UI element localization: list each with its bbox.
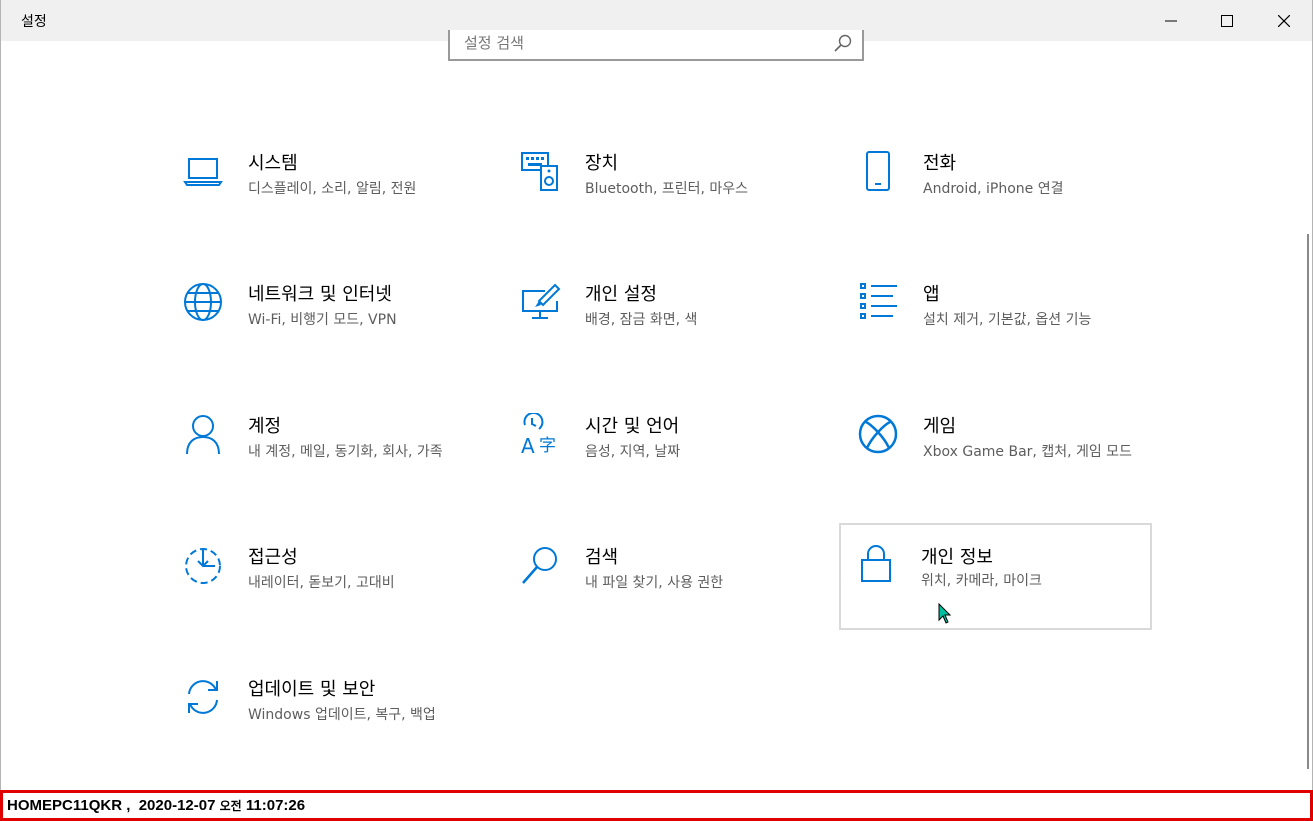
tile-label: 앱	[923, 284, 940, 305]
time: 11:07:26	[245, 797, 306, 814]
tile-label: 장치	[585, 153, 619, 174]
tile-label: 검색	[585, 547, 619, 568]
hostname: HOMEPC11QKR	[7, 797, 123, 814]
tile-description: 위치, 카메라, 마이크	[921, 573, 1042, 589]
lock-icon	[861, 545, 891, 582]
search-icon	[834, 34, 852, 52]
tile-label: 네트워크 및 인터넷	[248, 284, 392, 305]
tile-label: 접근성	[248, 547, 298, 568]
phone-icon	[866, 151, 890, 191]
tile-description: 내레이터, 돋보기, 고대비	[248, 575, 395, 591]
tile-description: 음성, 지역, 날짜	[585, 444, 681, 460]
tile-description: 내 파일 찾기, 사용 권한	[585, 575, 724, 591]
tile-system[interactable]: 시스템 디스플레이, 소리, 알림, 전원	[180, 146, 490, 250]
tile-privacy[interactable]: 개인 정보 위치, 카메라, 마이크	[839, 523, 1152, 630]
devices-icon	[521, 152, 558, 191]
scrollbar[interactable]	[1307, 234, 1309, 769]
personalization-icon	[522, 283, 561, 319]
tile-phone[interactable]: 전화 Android, iPhone 연결	[855, 146, 1165, 250]
svg-text:字: 字	[539, 436, 556, 455]
tile-personalization[interactable]: 개인 설정 배경, 잠금 화면, 색	[517, 277, 827, 381]
apps-list-icon	[860, 283, 897, 319]
sync-icon	[188, 680, 218, 714]
svg-text:A: A	[521, 434, 535, 455]
tile-gaming[interactable]: 게임 Xbox Game Bar, 캡처, 게임 모드	[855, 409, 1165, 513]
tile-description: Wi-Fi, 비행기 모드, VPN	[248, 312, 397, 328]
tile-network[interactable]: 네트워크 및 인터넷 Wi-Fi, 비행기 모드, VPN	[180, 277, 490, 381]
window-title: 설정	[21, 14, 47, 30]
person-icon	[186, 415, 220, 455]
tile-devices[interactable]: 장치 Bluetooth, 프린터, 마우스	[517, 146, 827, 250]
tile-search[interactable]: 검색 내 파일 찾기, 사용 권한	[517, 540, 827, 644]
separator: ,	[122, 797, 139, 814]
tile-label: 개인 정보	[921, 547, 993, 568]
tile-description: Windows 업데이트, 복구, 백업	[248, 707, 436, 723]
maximize-icon	[1221, 14, 1233, 27]
minimize-icon	[1165, 20, 1177, 21]
tile-label: 계정	[248, 416, 282, 437]
tile-label: 게임	[923, 416, 957, 437]
tile-description: 내 계정, 메일, 동기화, 회사, 가족	[248, 444, 443, 460]
search-input[interactable]: 설정 검색	[448, 30, 864, 61]
tile-ease-of-access[interactable]: 접근성 내레이터, 돋보기, 고대비	[180, 540, 490, 644]
am-pm: 오전	[219, 799, 242, 813]
close-icon	[1278, 14, 1290, 27]
date: 2020-12-07	[138, 797, 216, 814]
tile-label: 개인 설정	[585, 284, 657, 305]
minimize-button[interactable]	[1143, 0, 1199, 41]
tile-time-language[interactable]: A 字 시간 및 언어 음성, 지역, 날짜	[517, 409, 827, 513]
tile-label: 전화	[923, 153, 957, 174]
status-bar: HOMEPC11QKR , 2020-12-07 오전 11:07:26	[0, 790, 1313, 821]
settings-window: 설정 설정 검색 시스템 디스플레이, 소리, 알림, 전원 장치 Blueto…	[0, 0, 1313, 791]
tile-label: 시간 및 언어	[585, 416, 680, 437]
tile-description: Xbox Game Bar, 캡처, 게임 모드	[923, 444, 1132, 460]
laptop-icon	[183, 158, 223, 186]
tile-label: 업데이트 및 보안	[248, 679, 376, 700]
tile-description: Android, iPhone 연결	[923, 181, 1064, 197]
mouse-cursor-icon	[938, 603, 952, 624]
status-text: HOMEPC11QKR , 2020-12-07 오전 11:07:26	[7, 797, 305, 814]
tile-description: 디스플레이, 소리, 알림, 전원	[248, 181, 417, 197]
search-placeholder: 설정 검색	[464, 34, 524, 52]
tile-description: 배경, 잠금 화면, 색	[585, 312, 698, 328]
tile-description: Bluetooth, 프린터, 마우스	[585, 181, 749, 197]
tile-accounts[interactable]: 계정 내 계정, 메일, 동기화, 회사, 가족	[180, 409, 490, 513]
tile-update-security[interactable]: 업데이트 및 보안 Windows 업데이트, 복구, 백업	[180, 672, 490, 776]
xbox-icon	[858, 414, 898, 454]
tile-apps[interactable]: 앱 설치 제거, 기본값, 옵션 기능	[855, 277, 1165, 381]
tile-label: 시스템	[248, 153, 298, 174]
search-icon	[522, 547, 557, 584]
maximize-button[interactable]	[1199, 0, 1255, 41]
ease-of-access-icon	[185, 548, 221, 584]
tile-description: 설치 제거, 기본값, 옵션 기능	[923, 312, 1092, 328]
globe-icon	[184, 283, 222, 321]
time-language-icon: A 字	[521, 413, 556, 455]
close-button[interactable]	[1256, 0, 1312, 41]
